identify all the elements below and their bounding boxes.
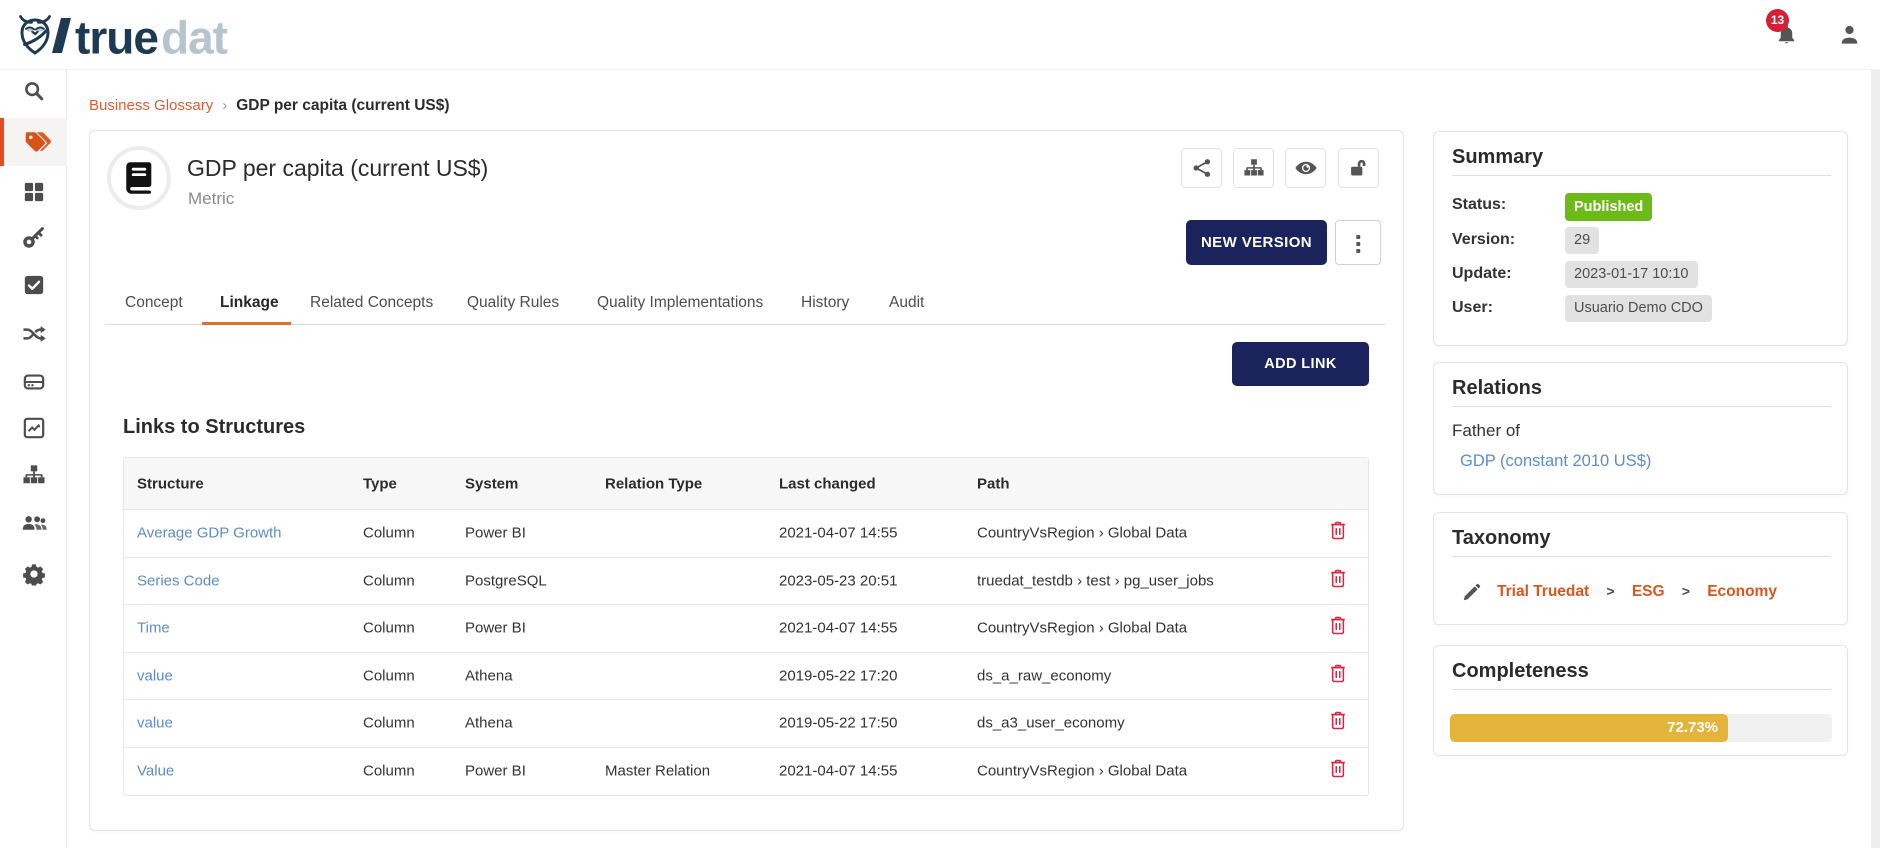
svg-text:true: true [75, 12, 158, 64]
svg-text:dat: dat [161, 12, 228, 64]
